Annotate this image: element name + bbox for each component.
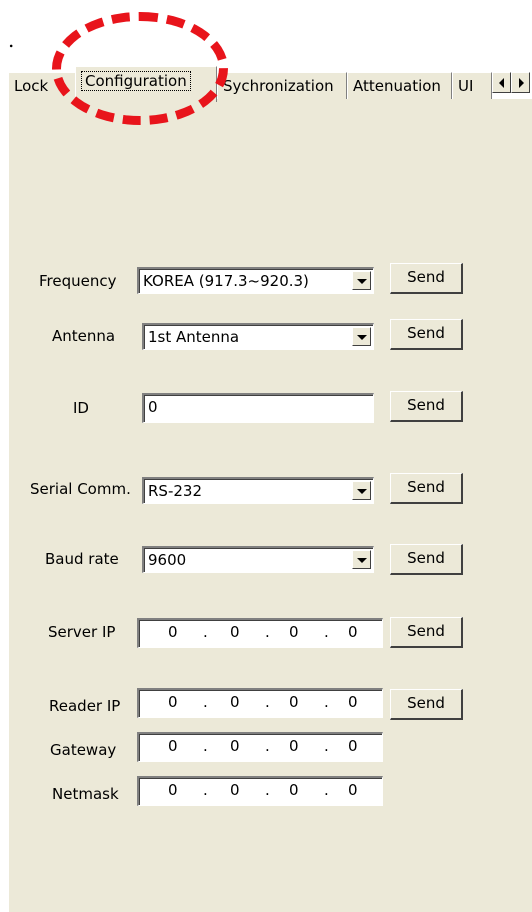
reader-ip-dot-3: . xyxy=(324,693,329,711)
netmask-dot-2: . xyxy=(265,781,270,799)
antenna-label: Antenna xyxy=(52,327,116,345)
server-ip-input[interactable]: 0 . 0 . 0 . 0 xyxy=(137,618,383,648)
id-send-button[interactable]: Send xyxy=(390,391,463,422)
chevron-down-icon xyxy=(357,279,367,284)
tab-scroll-left-button[interactable] xyxy=(492,72,511,93)
server-ip-octet-2: 0 xyxy=(230,623,240,641)
netmask-label: Netmask xyxy=(52,785,119,803)
reader-ip-input[interactable]: 0 . 0 . 0 . 0 xyxy=(137,688,383,718)
tab-sychronization[interactable]: Sychronization xyxy=(217,72,347,100)
serial-comm-send-button[interactable]: Send xyxy=(390,473,463,504)
tab-attenuation-label: Attenuation xyxy=(353,77,441,95)
serial-comm-dropdown-button[interactable] xyxy=(352,481,371,500)
id-label: ID xyxy=(73,399,89,417)
baud-rate-dropdown-button[interactable] xyxy=(352,550,371,569)
tab-lock-label: Lock xyxy=(14,77,49,95)
tab-attenuation[interactable]: Attenuation xyxy=(347,72,452,100)
id-input[interactable]: 0 xyxy=(142,393,374,423)
frequency-send-button[interactable]: Send xyxy=(390,263,463,294)
chevron-down-icon xyxy=(357,489,367,494)
server-ip-label: Server IP xyxy=(48,623,116,641)
serial-comm-select[interactable]: RS-232 xyxy=(142,477,374,504)
netmask-octet-4: 0 xyxy=(348,781,358,799)
gateway-dot-3: . xyxy=(324,737,329,755)
netmask-octet-1: 0 xyxy=(168,781,178,799)
gateway-octet-1: 0 xyxy=(168,737,178,755)
server-ip-octet-3: 0 xyxy=(289,623,299,641)
tab-configuration[interactable]: Configuration xyxy=(75,66,217,102)
reader-ip-octet-4: 0 xyxy=(348,693,358,711)
gateway-label: Gateway xyxy=(50,741,117,759)
serial-comm-value: RS-232 xyxy=(148,482,202,500)
triangle-left-icon xyxy=(499,78,504,88)
configuration-panel: Frequency KOREA (917.3~920.3) Send Anten… xyxy=(8,99,532,912)
tab-sychronization-label: Sychronization xyxy=(223,77,334,95)
gateway-input[interactable]: 0 . 0 . 0 . 0 xyxy=(137,732,383,762)
leading-mark: . xyxy=(8,28,15,52)
antenna-dropdown-button[interactable] xyxy=(352,327,371,346)
id-value: 0 xyxy=(148,398,158,416)
netmask-dot-3: . xyxy=(324,781,329,799)
gateway-octet-3: 0 xyxy=(289,737,299,755)
server-ip-dot-3: . xyxy=(324,623,329,641)
baud-rate-value: 9600 xyxy=(148,551,187,569)
netmask-octet-3: 0 xyxy=(289,781,299,799)
server-ip-send-button[interactable]: Send xyxy=(390,617,463,648)
reader-ip-dot-2: . xyxy=(265,693,270,711)
reader-ip-send-button[interactable]: Send xyxy=(390,689,463,720)
tab-scroll-right-button[interactable] xyxy=(511,72,530,93)
gateway-octet-4: 0 xyxy=(348,737,358,755)
chevron-down-icon xyxy=(357,558,367,563)
frequency-select[interactable]: KOREA (917.3~920.3) xyxy=(137,267,374,294)
frequency-label: Frequency xyxy=(39,272,117,290)
tab-ui-label: UI xyxy=(458,77,474,95)
reader-ip-octet-2: 0 xyxy=(230,693,240,711)
chevron-down-icon xyxy=(357,335,367,340)
frequency-dropdown-button[interactable] xyxy=(352,271,371,290)
server-ip-dot-1: . xyxy=(203,623,208,641)
gateway-octet-2: 0 xyxy=(230,737,240,755)
netmask-input[interactable]: 0 . 0 . 0 . 0 xyxy=(137,776,383,806)
reader-ip-octet-1: 0 xyxy=(168,693,178,711)
baud-rate-send-button[interactable]: Send xyxy=(390,544,463,575)
reader-ip-label: Reader IP xyxy=(49,697,121,715)
tab-strip: Lock Sychronization Attenuation UI Confi… xyxy=(8,66,532,102)
netmask-octet-2: 0 xyxy=(230,781,240,799)
netmask-dot-1: . xyxy=(203,781,208,799)
tab-configuration-label: Configuration xyxy=(81,71,191,91)
antenna-send-button[interactable]: Send xyxy=(390,319,463,350)
server-ip-octet-1: 0 xyxy=(168,623,178,641)
server-ip-dot-2: . xyxy=(265,623,270,641)
triangle-right-icon xyxy=(519,78,524,88)
reader-ip-octet-3: 0 xyxy=(289,693,299,711)
antenna-select[interactable]: 1st Antenna xyxy=(142,323,374,350)
baud-rate-label: Baud rate xyxy=(45,550,119,568)
frequency-value: KOREA (917.3~920.3) xyxy=(143,272,309,290)
tab-lock[interactable]: Lock xyxy=(8,72,78,100)
gateway-dot-2: . xyxy=(265,737,270,755)
reader-ip-dot-1: . xyxy=(203,693,208,711)
antenna-value: 1st Antenna xyxy=(148,328,240,346)
serial-comm-label: Serial Comm. xyxy=(30,480,131,498)
server-ip-octet-4: 0 xyxy=(348,623,358,641)
baud-rate-select[interactable]: 9600 xyxy=(142,546,374,573)
gateway-dot-1: . xyxy=(203,737,208,755)
tab-ui[interactable]: UI xyxy=(452,72,492,100)
